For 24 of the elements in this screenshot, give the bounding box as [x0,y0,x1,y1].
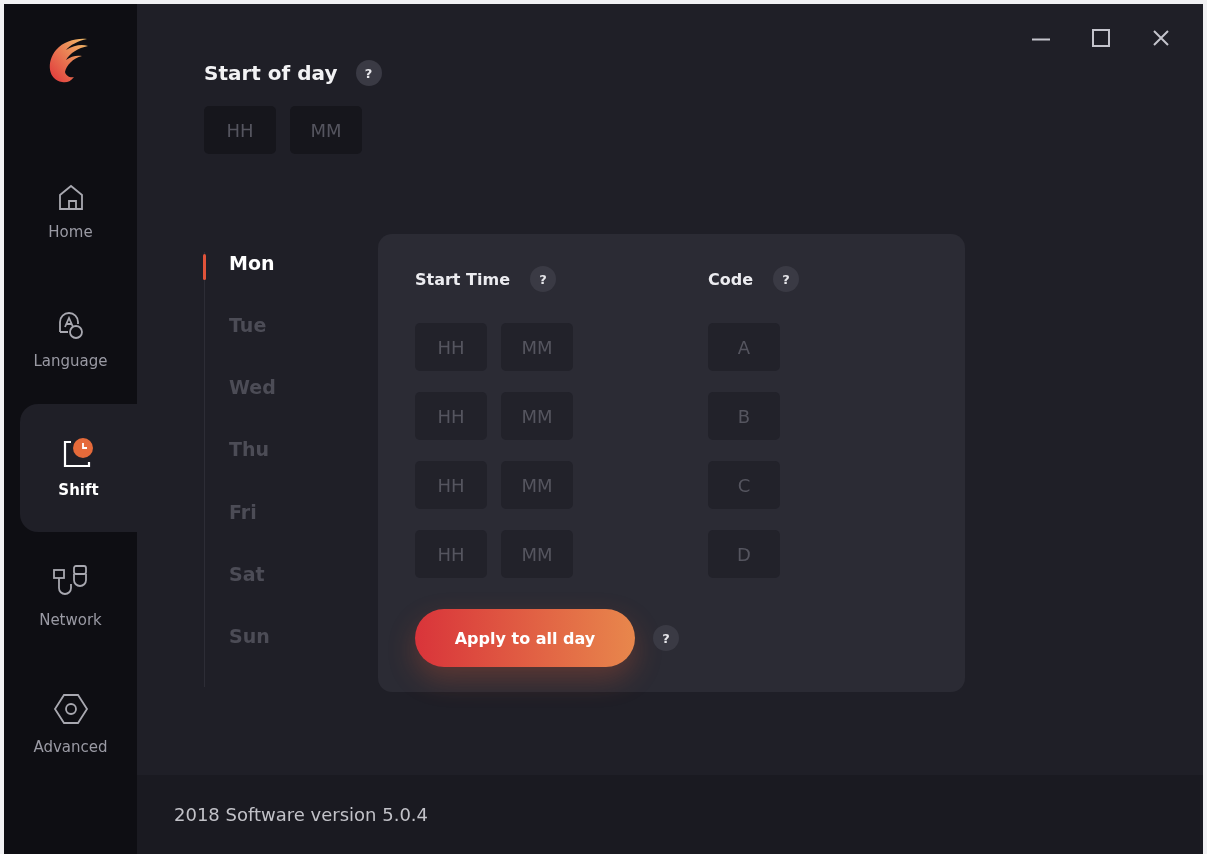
day-tab[interactable]: Mon [205,252,378,315]
version-text: 2018 Software version 5.0.4 [174,804,429,825]
minimize-icon [1031,37,1051,41]
sidebar-item[interactable]: Shift [20,404,137,532]
home-icon [56,183,85,211]
close-icon [1151,28,1171,48]
minute-field[interactable]: MM [290,106,362,154]
section-title: Start of day [204,61,338,85]
column-heading: Code [708,269,754,289]
settings-icon [51,692,90,726]
help-icon[interactable]: ? [773,266,800,292]
help-icon[interactable]: ? [530,266,556,292]
calendar-clock-icon [61,437,96,469]
help-icon[interactable]: ? [355,60,382,86]
sidebar-item[interactable]: Advanced [4,660,137,788]
column-heading: Start Time [415,269,510,289]
help-icon[interactable]: ? [653,625,679,651]
maximize-button[interactable] [1089,26,1113,50]
sidebar-item[interactable]: Network [4,532,137,660]
sidebar-item[interactable]: Home [4,148,137,276]
maximize-icon [1091,28,1111,48]
hour-field[interactable]: HH [204,106,276,154]
sidebar-item[interactable]: Language [4,276,137,404]
apply-button[interactable]: Apply to all day [415,609,635,667]
